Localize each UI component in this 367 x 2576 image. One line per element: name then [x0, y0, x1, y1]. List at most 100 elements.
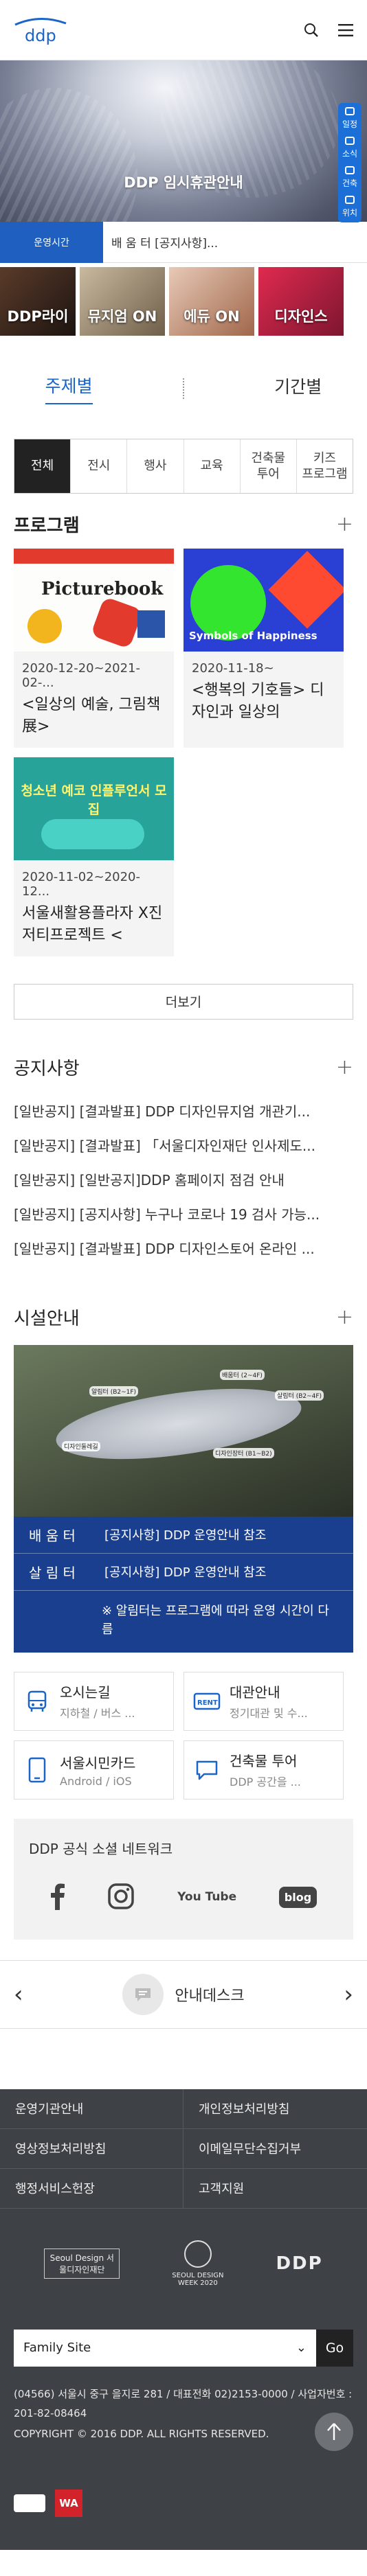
side-tab-label: 소식	[342, 149, 358, 159]
quick-link-museum-on[interactable]: 뮤지엄 ON	[80, 267, 165, 336]
footer-link-privacy[interactable]: 개인정보처리방침	[184, 2089, 367, 2129]
location-icon	[345, 196, 355, 204]
info-box-citizen-card[interactable]: 서울시민카드 Android / iOS	[14, 1740, 174, 1799]
quick-link-ddp-live[interactable]: DDP라이	[0, 267, 76, 336]
card-image-shape	[27, 609, 62, 643]
category-tab-event[interactable]: 행사	[127, 439, 184, 493]
side-quick-tabs: 일정 소식 건축 위치	[338, 103, 362, 222]
facility-map[interactable]: 배움터 (2~4F) 알림터 (B2~1F) 살림터 (B2~4F) 디자인둘레…	[14, 1344, 353, 1517]
calendar-icon	[345, 107, 355, 115]
plus-icon[interactable]: +	[336, 1305, 353, 1329]
notice-item[interactable]: [일반공지] [결과발표] 「서울디자인재단 인사제도...	[14, 1128, 353, 1162]
program-card[interactable]: Picturebook 2020-12-20~2021-02-... <일상의 …	[14, 549, 174, 748]
social-icons: You Tube blog	[29, 1883, 338, 1913]
info-box-building-tour[interactable]: 건축물 투어 DDP 공간을 ...	[184, 1740, 344, 1799]
side-tab-schedule[interactable]: 일정	[342, 107, 357, 130]
ddp-logo[interactable]: ddp	[12, 15, 69, 45]
notice-item[interactable]: [일반공지] [결과발표] DDP 디자인스토어 온라인 ...	[14, 1231, 353, 1265]
chevron-left-icon[interactable]: ‹	[14, 1981, 23, 2008]
footer-link-video-policy[interactable]: 영상정보처리방침	[0, 2128, 184, 2169]
quick-link-design[interactable]: 디자인스	[258, 267, 344, 336]
info-box-directions[interactable]: 오시는길 지하철 / 버스 ...	[14, 1671, 174, 1731]
info-desk-label: 안내데스크	[175, 1987, 245, 2005]
site-footer: 운영기관안내 개인정보처리방침 영상정보처리방침 이메일무단수집거부 행정서비스…	[0, 2089, 367, 2550]
blog-icon[interactable]: blog	[278, 1887, 318, 1909]
scroll-to-top-button[interactable]	[315, 2412, 353, 2451]
footer-link-support[interactable]: 고객지원	[184, 2169, 367, 2209]
program-card-image: Picturebook	[14, 549, 174, 652]
side-tab-architecture[interactable]: 건축	[342, 166, 357, 189]
hamburger-menu-icon[interactable]	[337, 21, 355, 39]
card-image-text: Symbols of Happiness	[189, 630, 318, 642]
program-card[interactable]: 청소년 예코 인플루언서 모집 2020-11-02~2020-12... 서울…	[14, 757, 174, 956]
more-button[interactable]: 더보기	[14, 983, 353, 1020]
side-tab-news[interactable]: 소식	[342, 137, 357, 159]
tab-by-theme[interactable]: 주제별	[45, 373, 93, 404]
category-tab-education[interactable]: 교육	[184, 439, 241, 493]
facility-title: 시설안내	[14, 1309, 80, 1330]
info-box-subtitle: Android / iOS	[60, 1774, 132, 1788]
certification-marks: WA	[0, 2412, 367, 2550]
svg-text:RENT: RENT	[197, 1699, 218, 1707]
mobile-card-icon	[23, 1756, 52, 1784]
quick-link-label: 에듀 ON	[184, 308, 240, 325]
footer-link-email-policy[interactable]: 이메일무단수집거부	[184, 2129, 367, 2169]
notice-item[interactable]: [일반공지] [공지사항] 누구나 코로나 19 검사 가능...	[14, 1197, 353, 1231]
plus-icon[interactable]: +	[336, 1055, 353, 1079]
web-accessibility-mark[interactable]: WA	[55, 2489, 82, 2517]
category-tabs: 전체 전시 행사 교육 건축물 투어 키즈 프로그램	[14, 439, 353, 494]
notice-item[interactable]: [일반공지] [일반공지]DDP 홈페이지 점검 안내	[14, 1162, 353, 1197]
family-site: Family Site ⌄ Go	[14, 2329, 353, 2367]
ddp-footer-logo[interactable]: DDP	[276, 2253, 322, 2274]
footer-link-service-charter[interactable]: 행정서비스헌장	[0, 2168, 184, 2209]
facility-panel: 배움터 (2~4F) 알림터 (B2~1F) 살림터 (B2~4F) 디자인둘레…	[14, 1344, 353, 1653]
family-site-go-button[interactable]: Go	[316, 2329, 353, 2367]
notice-item[interactable]: [일반공지] [결과발표] DDP 디자인뮤지엄 개관기...	[14, 1094, 353, 1128]
program-card[interactable]: Symbols of Happiness 2020-11-18~ <행복의 기호…	[184, 549, 344, 748]
map-label: 배움터 (2~4F)	[220, 1369, 265, 1380]
info-box-title: 서울시민카드	[60, 1754, 136, 1771]
info-boxes: 오시는길 지하철 / 버스 ... RENT 대관안내 정기대관 및 수... …	[0, 1671, 367, 1799]
chevron-right-icon[interactable]: ›	[344, 1981, 353, 2008]
chevron-down-icon: ⌄	[296, 2341, 307, 2356]
certification-mark[interactable]	[14, 2494, 45, 2512]
seoul-design-foundation-logo[interactable]: Seoul Design 서울디자인재단	[44, 2248, 120, 2279]
program-card-date: 2020-11-02~2020-12...	[22, 869, 140, 899]
program-section-header: 프로그램 +	[0, 510, 367, 538]
tab-by-period[interactable]: 기간별	[274, 373, 322, 404]
instagram-icon[interactable]	[107, 1883, 135, 1913]
plus-icon[interactable]: +	[336, 512, 353, 536]
category-tab-exhibition[interactable]: 전시	[71, 439, 128, 493]
info-box-rental[interactable]: RENT 대관안내 정기대관 및 수...	[184, 1671, 344, 1731]
footer-copyright: COPYRIGHT © 2016 DDP. ALL RIGHTS RESERVE…	[14, 2427, 269, 2440]
side-tab-location[interactable]: 위치	[342, 196, 357, 218]
footer-address: (04566) 서울시 중구 을지로 281 / 대표전화 02)2153-00…	[14, 2387, 353, 2420]
card-image-shape	[137, 610, 165, 638]
operating-hours-label[interactable]: 운영시간	[0, 222, 103, 263]
quick-link-edu-on[interactable]: 에듀 ON	[169, 267, 254, 336]
seoul-design-week-mark	[184, 2240, 212, 2268]
card-image-shape	[41, 818, 144, 849]
family-site-select[interactable]: Family Site ⌄	[14, 2329, 316, 2367]
category-tab-all[interactable]: 전체	[14, 439, 71, 493]
notice-section-header: 공지사항 +	[0, 1054, 367, 1081]
info-box-subtitle: 정기대관 및 수...	[230, 1707, 308, 1721]
operating-hours-text[interactable]: 배 움 터 [공지사항]...	[103, 222, 367, 263]
program-cards: Picturebook 2020-12-20~2021-02-... <일상의 …	[0, 549, 367, 956]
facility-name: 살 림 터	[29, 1564, 76, 1581]
youtube-icon[interactable]: You Tube	[177, 1891, 236, 1903]
search-icon[interactable]	[302, 21, 320, 39]
facility-name: 배 움 터	[29, 1527, 76, 1544]
hero-banner[interactable]: DDP 임시휴관안내 일정 소식 건축 위치	[0, 60, 367, 242]
category-tab-building-tour[interactable]: 건축물 투어	[241, 439, 297, 493]
quick-link-label: DDP라이	[7, 308, 69, 325]
tab-divider	[182, 378, 184, 399]
seoul-design-week-logo[interactable]: SEOUL DESIGN WEEK 2020	[167, 2240, 229, 2287]
logo-text: SEOUL DESIGN WEEK 2020	[172, 2271, 224, 2287]
footer-link-organization[interactable]: 운영기관안내	[0, 2089, 184, 2129]
info-desk[interactable]: 안내데스크	[122, 1973, 245, 2015]
category-tab-kids-program[interactable]: 키즈 프로그램	[297, 439, 353, 493]
program-card-date: 2020-12-20~2021-02-...	[22, 661, 140, 690]
card-image-text: 청소년 예코 인플루언서 모집	[21, 783, 167, 817]
facebook-icon[interactable]	[50, 1883, 65, 1913]
